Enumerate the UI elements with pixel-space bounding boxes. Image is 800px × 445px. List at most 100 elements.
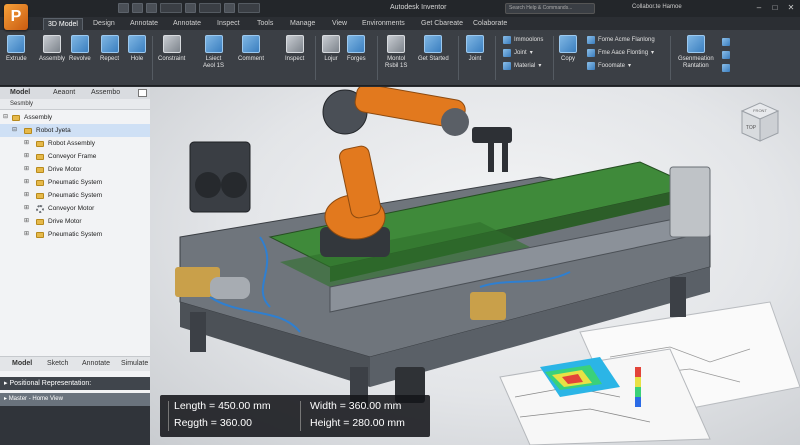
qat-field-2[interactable] [199,3,221,13]
view-cube-top-label: TOP [746,125,757,131]
tab-annotate[interactable]: Annotate [130,18,158,30]
generation-button[interactable]: Gsenmeation Rantation [678,35,714,70]
expand-icon[interactable]: ⊞ [24,150,29,163]
extrude-button[interactable]: Extrude [6,35,27,63]
bottom-tab-model[interactable]: Model [12,360,32,367]
sign-in-label[interactable]: Collabor.te Hamoe [632,4,682,10]
help-search-input[interactable]: Search Help & Commands... [505,3,595,14]
list-item-immoolons[interactable]: Immoolons [503,33,543,46]
tab-manage[interactable]: Manage [290,18,315,30]
side-tool-2[interactable] [722,48,730,61]
tab-view[interactable]: View [332,18,347,30]
tab-collaborate[interactable]: Colaborate [473,18,507,30]
browser-tab-3[interactable]: Assembo [91,89,120,96]
joint-icon [466,35,484,53]
expand-icon[interactable]: ⊞ [24,163,29,176]
expand-icon[interactable]: ⊞ [24,137,29,150]
tab-design[interactable]: Design [93,18,115,30]
save-icon[interactable] [146,3,157,13]
open-icon[interactable] [132,3,143,13]
expand-icon[interactable]: ⊞ [24,202,29,215]
generation-icon [686,35,705,53]
tree-item-robot-assembly[interactable]: ⊞ Robot Assembly [0,137,150,150]
copy-icon [559,35,577,53]
joint-tool-icon [204,35,223,53]
close-icon[interactable]: ✕ [786,3,796,13]
side-tool-1[interactable] [722,35,730,48]
list-item-material[interactable]: Material ▾ [503,59,543,72]
assembly-button[interactable]: Assembly [39,35,65,63]
view-cube[interactable]: FRONT TOP [738,99,780,143]
loop-button[interactable]: Lojur [322,35,340,63]
list-item-format-1[interactable]: Fome Acme Flanlong [587,33,655,46]
tab-tools[interactable]: Tools [257,18,273,30]
tree-item-robot[interactable]: ⊟ Robot Jyeta [0,124,150,137]
tree-item-assembly[interactable]: ⊟ Assembly [0,111,150,124]
part-icon [36,219,44,225]
joint-button[interactable]: Joint [466,35,484,63]
ribbon-divider [377,36,378,80]
bottom-tab-sketch[interactable]: Sketch [47,360,68,367]
app-logo[interactable]: P [4,4,28,30]
positional-representation[interactable]: ▸ Positional Representation: [0,377,150,390]
get-started-button[interactable]: Get Started [418,35,449,63]
browser-tab-model[interactable]: Model [10,89,30,96]
part-icon [36,167,44,173]
constraint-button[interactable]: Constraint [158,35,185,63]
bottom-tab-annotate[interactable]: Annotate [82,360,110,367]
revolve-button[interactable]: Revolve [69,35,91,63]
window-controls: – □ ✕ [754,3,796,13]
ribbon-divider [458,36,459,80]
tree-item-pneumatic-system-2[interactable]: ⊞ Pneumatic System [0,189,150,202]
bottom-tab-simulate[interactable]: Simulate [121,360,148,367]
undo-icon[interactable] [185,3,196,13]
tab-annotate-2[interactable]: Annotate [173,18,201,30]
list-item-joint[interactable]: Joint ▾ [503,46,543,59]
expand-icon[interactable]: ⊞ [24,228,29,241]
tree-item-pneumatic-system[interactable]: ⊞ Pneumatic System [0,176,150,189]
list-item-format-3[interactable]: Fooomate ▾ [587,59,655,72]
forges-button[interactable]: Forges [347,35,366,63]
tab-environments[interactable]: Environments [362,18,405,30]
ribbon-divider [315,36,316,80]
window-title: Autodesk Inventor [390,4,447,11]
tree-item-drive-motor[interactable]: ⊞ Drive Motor [0,163,150,176]
maximize-icon[interactable]: □ [770,3,780,13]
hole-button[interactable]: Hole [128,35,146,63]
new-icon[interactable] [118,3,129,13]
redo-icon[interactable] [224,3,235,13]
forges-icon [347,35,366,53]
dimensions-overlay: Length = 450.00 mm Reggth = 360.00 Width… [160,395,430,437]
list-item-format-2[interactable]: Fme Aace Flonting ▾ [587,46,655,59]
comment-button[interactable]: Comment [238,35,264,63]
manual-button[interactable]: Montol Rsbil 1S [385,35,407,70]
tree-item-drive-motor-2[interactable]: ⊞ Drive Motor [0,215,150,228]
tree-item-conveyor-frame[interactable]: ⊞ Conveyor Frame [0,150,150,163]
expand-icon[interactable]: ⊟ [3,111,8,124]
expand-icon[interactable]: ⊞ [24,176,29,189]
qat-field-3[interactable] [238,3,260,13]
tool-icon [722,37,730,46]
minimize-icon[interactable]: – [754,3,764,13]
tab-inspect[interactable]: Inspect [217,18,240,30]
repeat-button[interactable]: Repect [100,35,119,63]
copy-button[interactable]: Copy [559,35,577,63]
expand-icon[interactable]: ⊞ [24,215,29,228]
graphics-viewport[interactable]: FRONT TOP Length = 450.00 mm Reggth = 36… [150,87,800,445]
expand-icon[interactable]: ⊞ [24,189,29,202]
browser-tab-2[interactable]: Aeaont [53,89,75,96]
qat-field-1[interactable] [160,3,182,13]
side-tool-3[interactable] [722,61,730,74]
tab-get-started[interactable]: Get Cbareate [421,18,463,30]
pin-icon[interactable] [138,89,147,97]
tree-item-pneumatic-system-3[interactable]: ⊞ Pneumatic System [0,228,150,241]
format-icon [587,35,595,44]
tree-item-conveyor-motor[interactable]: ⊞ Conveyor Motor [0,202,150,215]
joint-tool-button[interactable]: Lsiect Aeol 1S [203,35,224,70]
tab-3d-model[interactable]: 3D Model [43,18,83,30]
master-view-selector[interactable]: ▸ Master - Home View [0,393,150,406]
extrude-icon [7,35,26,53]
expand-icon[interactable]: ⊟ [12,124,17,137]
inspect-button[interactable]: Inspect [285,35,304,63]
assembly-model [175,87,800,445]
